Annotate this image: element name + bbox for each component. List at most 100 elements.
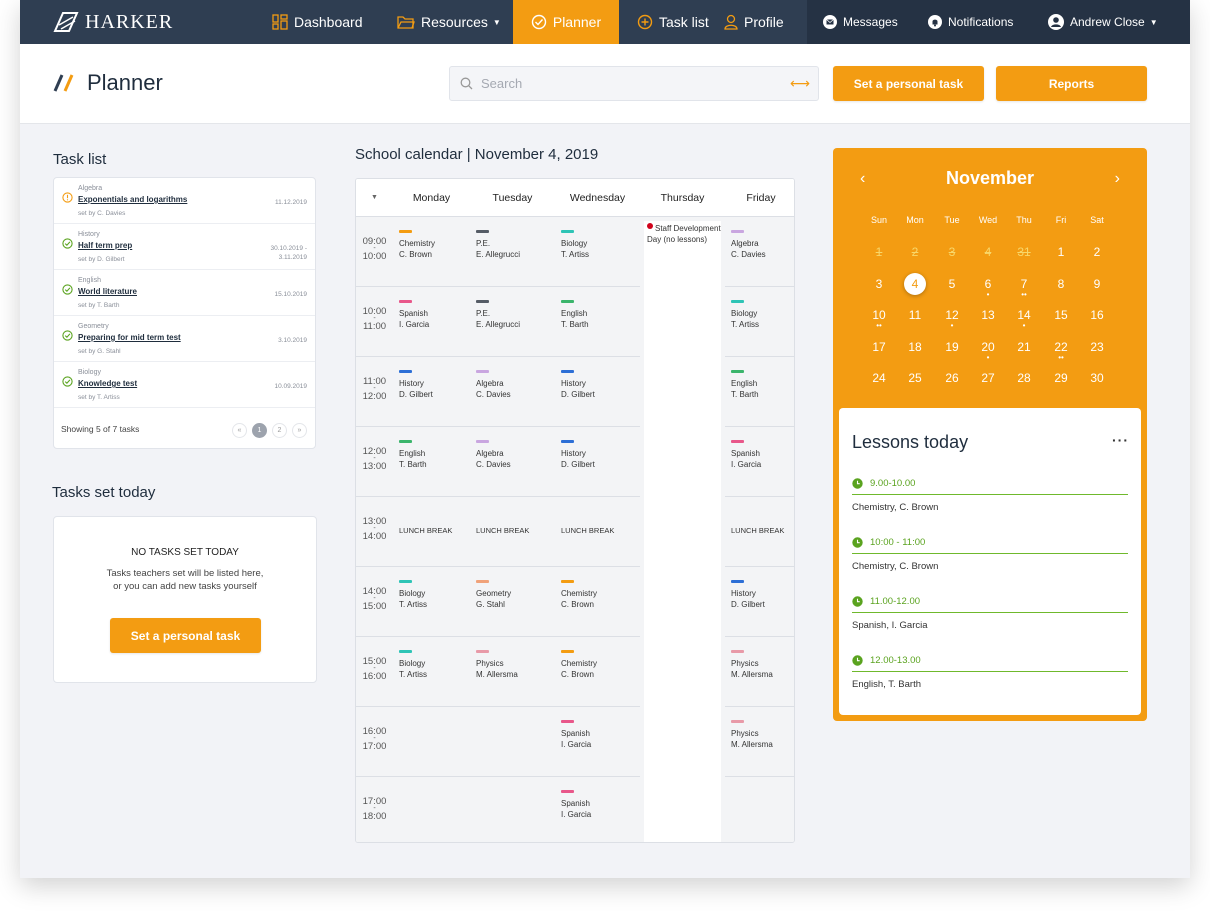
lesson-cell[interactable]: Chemistry C. Brown [555, 637, 640, 707]
calendar-day[interactable]: 29 [1043, 371, 1079, 393]
lesson-cell[interactable]: English T. Barth [725, 357, 794, 427]
calendar-day[interactable]: 28 [1006, 371, 1042, 393]
set-personal-task-button-secondary[interactable]: Set a personal task [110, 618, 261, 653]
sort-caret-icon[interactable]: ▼ [371, 194, 378, 201]
lesson-cell[interactable]: P.E. E. Allegrucci [470, 217, 555, 287]
more-options-icon[interactable]: ··· [1112, 432, 1129, 448]
calendar-day[interactable]: 23 [1079, 340, 1115, 362]
lesson-cell[interactable]: Spanish I. Garcia [393, 287, 470, 357]
calendar-day[interactable]: 4 [970, 245, 1006, 267]
calendar-day[interactable]: 24 [861, 371, 897, 393]
lesson-cell[interactable]: Spanish I. Garcia [555, 707, 640, 777]
lesson-cell[interactable]: Chemistry C. Brown [555, 567, 640, 637]
lesson-cell[interactable]: Algebra C. Davies [470, 427, 555, 497]
pagination-page-2[interactable]: 2 [272, 423, 287, 438]
calendar-day[interactable]: 25 [897, 371, 933, 393]
calendar-day[interactable]: 8 [1043, 277, 1079, 299]
nav-planner[interactable]: Planner [513, 0, 619, 44]
lesson-cell[interactable]: Physics M. Allersma [725, 637, 794, 707]
expand-arrows-icon[interactable]: ⟷ [790, 75, 810, 92]
calendar-day[interactable]: 21 [1006, 340, 1042, 362]
calendar-day-today[interactable]: 4 [897, 272, 933, 299]
nav-resources[interactable]: Resources ▼ [397, 0, 501, 44]
set-personal-task-button[interactable]: Set a personal task [833, 66, 984, 101]
lesson-cell[interactable]: LUNCH BREAK [555, 497, 640, 567]
calendar-day[interactable]: 5 [934, 277, 970, 299]
lesson-cell[interactable]: Geometry G. Stahl [470, 567, 555, 637]
lesson-cell[interactable]: Biology T. Artiss [555, 217, 640, 287]
calendar-day[interactable]: 2 [1079, 245, 1115, 267]
lesson-cell[interactable]: History D. Gilbert [725, 567, 794, 637]
column-sort-toggle[interactable]: ▼ [356, 179, 393, 217]
lesson-cell[interactable]: History D. Gilbert [555, 427, 640, 497]
calendar-day[interactable]: 27 [970, 371, 1006, 393]
lesson-cell[interactable]: LUNCH BREAK [725, 497, 794, 567]
calendar-day[interactable]: 16 [1079, 308, 1115, 330]
calendar-day[interactable]: 12 • [934, 308, 970, 330]
task-name-link[interactable]: Preparing for mid term test [78, 333, 181, 342]
calendar-day[interactable]: 6 • [970, 277, 1006, 299]
calendar-day[interactable]: 13 [970, 308, 1006, 330]
lesson-cell[interactable]: Algebra C. Davies [470, 357, 555, 427]
lesson-cell[interactable]: Spanish I. Garcia [555, 777, 640, 842]
lesson-cell[interactable]: LUNCH BREAK [470, 497, 555, 567]
harker-logo[interactable]: HARKER [53, 9, 173, 35]
day-number: 16 [1090, 308, 1104, 322]
pagination-first[interactable]: « [232, 423, 247, 438]
calendar-day[interactable]: 1 [861, 245, 897, 267]
calendar-day[interactable]: 11 [897, 308, 933, 330]
calendar-day[interactable]: 22 •• [1043, 340, 1079, 362]
search-box[interactable]: ⟷ [449, 66, 819, 101]
task-item[interactable]: Algebra Exponentials and logarithms set by… [54, 178, 315, 224]
calendar-day[interactable]: 20 • [970, 340, 1006, 362]
user-menu[interactable]: Andrew Close ▼ [1048, 0, 1158, 44]
lesson-cell[interactable]: Biology T. Artiss [393, 567, 470, 637]
calendar-day[interactable]: 30 [1079, 371, 1115, 393]
lesson-cell[interactable]: P.E. E. Allegrucci [470, 287, 555, 357]
search-input[interactable] [481, 76, 781, 91]
calendar-day[interactable]: 14 • [1006, 308, 1042, 330]
calendar-day[interactable]: 9 [1079, 277, 1115, 299]
task-item[interactable]: Geometry Preparing for mid term test set b… [54, 316, 315, 362]
calendar-day[interactable]: 17 [861, 340, 897, 362]
lesson-cell[interactable]: Chemistry C. Brown [393, 217, 470, 287]
nav-tasklist[interactable]: Task list [637, 0, 709, 44]
task-name-link[interactable]: World literature [78, 287, 137, 296]
lesson-cell[interactable]: English T. Barth [555, 287, 640, 357]
nav-notifications[interactable]: Notifications [928, 0, 1013, 44]
reports-button[interactable]: Reports [996, 66, 1147, 101]
calendar-day[interactable]: 1 [1043, 245, 1079, 267]
pagination-last[interactable]: » [292, 423, 307, 438]
task-name-link[interactable]: Exponentials and logarithms [78, 195, 187, 204]
lesson-cell[interactable]: Physics M. Allersma [470, 637, 555, 707]
calendar-day[interactable]: 3 [861, 277, 897, 299]
calendar-day[interactable]: 7 •• [1006, 277, 1042, 299]
task-name-link[interactable]: Knowledge test [78, 379, 137, 388]
task-item[interactable]: History Half term prep set by D. Gilbert 30… [54, 224, 315, 270]
calendar-day[interactable]: 26 [934, 371, 970, 393]
pagination-page-1[interactable]: 1 [252, 423, 267, 438]
lesson-cell[interactable]: History D. Gilbert [393, 357, 470, 427]
calendar-day[interactable]: 10 •• [861, 308, 897, 330]
calendar-day[interactable]: 2 [897, 245, 933, 267]
nav-messages[interactable]: Messages [823, 0, 898, 44]
lesson-cell[interactable]: Physics M. Allersma [725, 707, 794, 777]
calendar-day[interactable]: 15 [1043, 308, 1079, 330]
lesson-cell[interactable]: Biology T. Artiss [393, 637, 470, 707]
task-item[interactable]: English World literature set by T. Barth 15… [54, 270, 315, 316]
task-name-link[interactable]: Half term prep [78, 241, 132, 250]
lesson-cell[interactable]: Biology T. Artiss [725, 287, 794, 357]
lesson-cell[interactable]: Algebra C. Davies [725, 217, 794, 287]
nav-dashboard[interactable]: Dashboard [272, 0, 363, 44]
lesson-cell[interactable]: History D. Gilbert [555, 357, 640, 427]
nav-profile[interactable]: Profile [724, 0, 784, 44]
lesson-cell[interactable]: English T. Barth [393, 427, 470, 497]
lesson-cell[interactable]: LUNCH BREAK [393, 497, 470, 567]
lesson-cell[interactable]: Spanish I. Garcia [725, 427, 794, 497]
calendar-day[interactable]: 18 [897, 340, 933, 362]
calendar-day[interactable]: 19 [934, 340, 970, 362]
task-item[interactable]: Biology Knowledge test set by T. Artiss 10.… [54, 362, 315, 408]
calendar-day[interactable]: 3 [934, 245, 970, 267]
next-month-arrow-icon[interactable]: › [1115, 170, 1120, 188]
calendar-day[interactable]: 31 [1006, 245, 1042, 267]
